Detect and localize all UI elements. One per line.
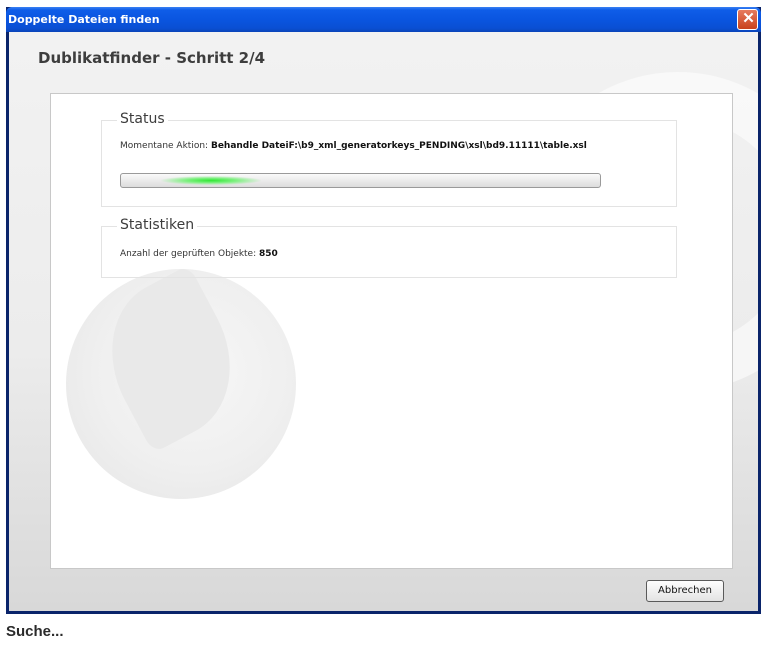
wizard-heading: Dublikatfinder - Schritt 2/4 <box>38 49 266 67</box>
window-title: Doppelte Dateien finden <box>8 13 160 26</box>
current-action-value: Behandle DateiF:\b9_xml_generatorkeys_PE… <box>210 141 587 151</box>
title-bar[interactable]: Doppelte Dateien finden ✕ <box>6 7 761 32</box>
checked-objects-count: 850 <box>259 249 278 259</box>
statistics-legend: Statistiken <box>117 217 198 233</box>
current-action-label: Momentane Aktion: <box>120 141 209 151</box>
checked-objects-label: Anzahl der geprüften Objekte: <box>120 249 257 259</box>
dialog-window: Doppelte Dateien finden ✕ Dublikatfinder… <box>6 7 761 614</box>
progress-indicator <box>161 176 261 185</box>
close-icon[interactable]: ✕ <box>737 9 758 30</box>
status-group: Status Momentane Aktion: Behandle DateiF… <box>101 111 677 207</box>
dialog-client-area: Dublikatfinder - Schritt 2/4 Status Mome… <box>9 32 758 611</box>
cancel-button[interactable]: Abbrechen <box>646 580 724 602</box>
search-status-text: Suche... <box>6 623 64 640</box>
status-legend: Status <box>117 111 168 127</box>
progress-bar <box>120 173 601 188</box>
checked-objects-line: Anzahl der geprüften Objekte: 850 <box>120 249 278 259</box>
content-panel: Status Momentane Aktion: Behandle DateiF… <box>50 93 733 569</box>
statistics-group: Statistiken Anzahl der geprüften Objekte… <box>101 217 677 278</box>
current-action-line: Momentane Aktion: Behandle DateiF:\b9_xm… <box>120 141 587 151</box>
